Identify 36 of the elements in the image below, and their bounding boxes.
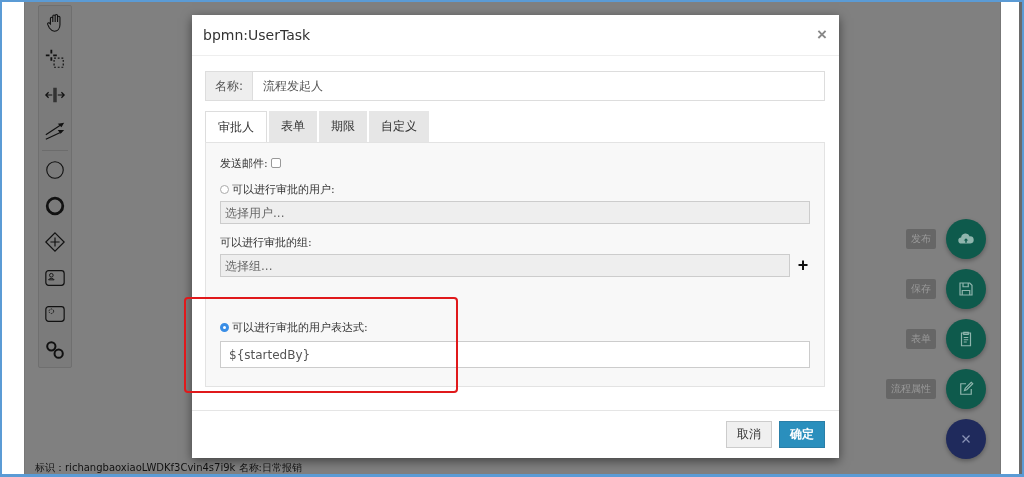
groups-label: 可以进行审批的组: [220, 234, 312, 250]
send-email-label: 发送邮件: [220, 155, 268, 171]
save-button[interactable] [946, 269, 986, 309]
chain-link-icon[interactable] [44, 339, 66, 361]
publish-button[interactable] [946, 219, 986, 259]
tab[interactable]: 自定义 [369, 111, 429, 142]
name-label: 名称: [206, 72, 254, 100]
end-event-icon[interactable] [44, 195, 66, 217]
connect-arrows-icon[interactable] [44, 120, 66, 142]
expression-field[interactable]: ${startedBy} [220, 341, 810, 368]
cancel-button[interactable]: 取消 [726, 421, 772, 448]
dialog-title: bpmn:UserTask [203, 27, 311, 43]
tab[interactable]: 审批人 [205, 111, 267, 142]
gateway-icon[interactable] [44, 231, 66, 253]
users-radio[interactable] [220, 184, 229, 194]
expression-label: 可以进行审批的用户表达式: [232, 319, 368, 335]
close-button[interactable]: × [817, 25, 827, 45]
name-field[interactable]: 名称: 流程发起人 [205, 71, 825, 101]
tab[interactable]: 期限 [319, 111, 367, 142]
start-event-icon[interactable] [44, 159, 66, 181]
lasso-icon[interactable] [44, 48, 66, 70]
process-id-text: 标识：richangbaoxiaoLWDKf3Cvin4s7i9k 名称:日常报销 [35, 462, 302, 474]
send-email-checkbox[interactable] [270, 158, 281, 168]
confirm-button[interactable]: 确定 [779, 421, 825, 448]
properties-button[interactable] [946, 369, 986, 409]
users-label: 可以进行审批的用户: [232, 181, 335, 197]
form-button[interactable] [946, 319, 986, 359]
tab[interactable]: 表单 [269, 111, 317, 142]
add-group-button[interactable]: + [796, 255, 810, 276]
close-menu-button[interactable] [946, 419, 986, 459]
service-task-icon[interactable] [44, 303, 66, 325]
groups-select-field[interactable]: 选择组... [220, 254, 790, 277]
edit-icon [957, 380, 975, 398]
expression-radio[interactable] [220, 322, 229, 332]
user-task-icon[interactable] [44, 267, 66, 289]
users-select-field[interactable]: 选择用户... [220, 201, 810, 224]
